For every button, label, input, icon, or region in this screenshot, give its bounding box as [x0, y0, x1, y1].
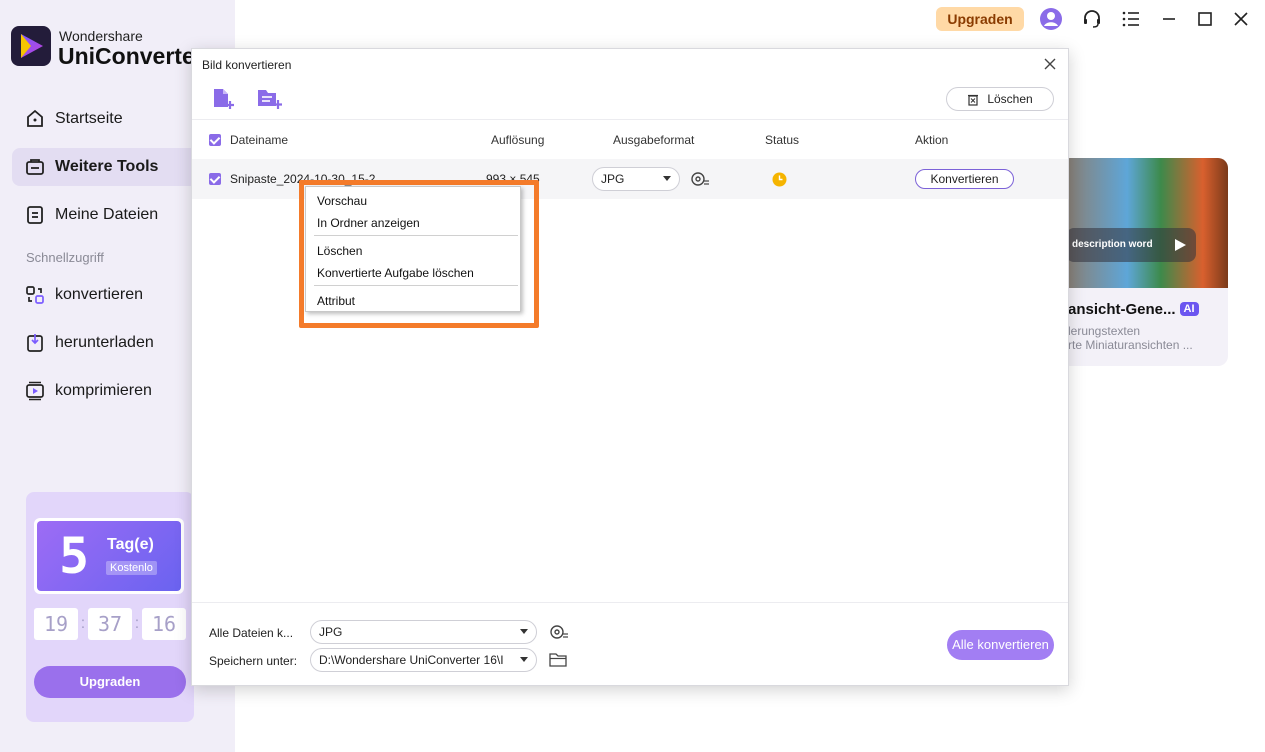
- card-desc-line1: lerungstexten: [1068, 324, 1141, 338]
- sidebar-item-label: Weitere Tools: [55, 158, 159, 175]
- all-files-format-label: Alle Dateien k...: [209, 626, 294, 640]
- context-menu-item-attributes[interactable]: Attribut: [317, 294, 355, 308]
- trial-days-label: Tag(e): [107, 536, 154, 553]
- play-arrow-icon: [1175, 239, 1186, 251]
- dialog-close-icon[interactable]: [1042, 56, 1058, 72]
- format-settings-icon[interactable]: [690, 170, 710, 191]
- chevron-down-icon: [520, 657, 528, 662]
- trial-promo-panel: 5 Tag(e) Kostenlo 19 : 37 : 16 Upgraden: [26, 492, 194, 722]
- product-name: UniConverter: [58, 43, 204, 69]
- free-label: Kostenlo: [106, 561, 157, 575]
- chevron-down-icon: [520, 629, 528, 634]
- row-format-value: JPG: [601, 172, 625, 186]
- prompt-pill: description word: [1066, 228, 1196, 262]
- sidebar-item-label: komprimieren: [55, 382, 152, 399]
- select-all-checkbox[interactable]: [209, 134, 221, 146]
- timer-hours: 19: [34, 608, 78, 640]
- sidebar-item-label: konvertieren: [55, 286, 144, 303]
- open-folder-icon[interactable]: [549, 652, 567, 671]
- app-logo-icon: [11, 26, 51, 66]
- card-description: lerungstexten rte Miniaturansichten ...: [1068, 324, 1193, 352]
- files-icon: [27, 206, 43, 224]
- image-convert-dialog: Bild konvertieren Löschen Dateiname Aufl…: [191, 48, 1069, 686]
- save-location-label: Speichern unter:: [209, 654, 298, 668]
- clear-list-button[interactable]: Löschen: [946, 87, 1054, 111]
- brand-name: Wondershare: [59, 28, 143, 44]
- all-files-format-select[interactable]: JPG: [310, 620, 537, 644]
- context-menu: Vorschau In Ordner anzeigen Löschen Konv…: [305, 186, 521, 312]
- close-window-icon[interactable]: [1229, 7, 1253, 31]
- trial-days-card: 5 Tag(e) Kostenlo: [34, 518, 184, 594]
- sidebar-item-label: Meine Dateien: [55, 206, 159, 223]
- trial-days-count: 5: [59, 527, 90, 585]
- home-icon: [27, 109, 43, 127]
- menu-list-icon[interactable]: [1119, 7, 1143, 31]
- maximize-icon[interactable]: [1193, 7, 1217, 31]
- prompt-pill-text: description word: [1072, 239, 1153, 250]
- all-files-format-value: JPG: [319, 625, 343, 639]
- convert-row-button[interactable]: Konvertieren: [915, 169, 1014, 189]
- context-menu-item-delete[interactable]: Löschen: [317, 244, 362, 258]
- clear-list-label: Löschen: [987, 92, 1033, 106]
- context-menu-item-show-in-folder[interactable]: In Ordner anzeigen: [317, 216, 420, 230]
- file-table-header: Dateiname Auflösung Ausgabeformat Status…: [192, 119, 1068, 159]
- column-status: Status: [765, 133, 800, 147]
- save-path-value: D:\Wondershare UniConverter 16\I: [319, 653, 504, 667]
- thumbnail-preview-image: [1060, 158, 1228, 288]
- account-avatar-icon[interactable]: [1039, 7, 1063, 31]
- trash-icon: [968, 94, 979, 106]
- convert-icon: [26, 286, 44, 304]
- row-format-select[interactable]: JPG: [592, 167, 680, 191]
- convert-all-button[interactable]: Alle konvertieren: [947, 630, 1054, 660]
- quick-access-label: Schnellzugriff: [26, 250, 104, 265]
- add-folder-icon[interactable]: [256, 87, 282, 111]
- dialog-title: Bild konvertieren: [202, 58, 292, 72]
- context-menu-item-delete-converted[interactable]: Konvertierte Aufgabe löschen: [317, 266, 474, 280]
- chevron-down-icon: [663, 176, 671, 181]
- countdown-timer: 19 : 37 : 16: [34, 608, 186, 640]
- timer-minutes: 37: [88, 608, 132, 640]
- output-settings-icon[interactable]: [549, 623, 569, 644]
- card-title-text: ansicht-Gene...: [1068, 301, 1176, 318]
- row-checkbox[interactable]: [209, 173, 221, 185]
- sidebar-item-label: herunterladen: [55, 334, 154, 351]
- ai-badge: AI: [1179, 302, 1199, 316]
- menu-divider: [314, 285, 518, 286]
- column-filename: Dateiname: [230, 133, 289, 147]
- dialog-footer: Alle Dateien k... JPG Speichern unter: D…: [192, 602, 1068, 686]
- context-menu-item-preview[interactable]: Vorschau: [317, 194, 367, 208]
- compress-icon: [26, 381, 44, 401]
- download-icon: [27, 334, 43, 352]
- sidebar-item-label: Startseite: [55, 110, 123, 127]
- ai-thumbnail-card[interactable]: description word ansicht-Gene... AI lerun…: [1060, 158, 1228, 366]
- timer-seconds: 16: [142, 608, 186, 640]
- add-file-icon[interactable]: [211, 87, 237, 111]
- column-action: Aktion: [915, 133, 949, 147]
- support-headset-icon[interactable]: [1080, 7, 1104, 31]
- column-format: Ausgabeformat: [613, 133, 695, 147]
- menu-divider: [314, 235, 518, 236]
- promo-upgrade-button[interactable]: Upgraden: [34, 666, 186, 698]
- card-desc-line2: rte Miniaturansichten ...: [1068, 338, 1193, 352]
- card-title: ansicht-Gene... AI: [1068, 301, 1199, 318]
- column-resolution: Auflösung: [491, 133, 545, 147]
- save-path-select[interactable]: D:\Wondershare UniConverter 16\I: [310, 648, 537, 672]
- toolbox-icon: [26, 159, 44, 175]
- pending-clock-icon: [772, 172, 787, 190]
- minimize-icon[interactable]: [1157, 7, 1181, 31]
- upgrade-button[interactable]: Upgraden: [936, 7, 1024, 31]
